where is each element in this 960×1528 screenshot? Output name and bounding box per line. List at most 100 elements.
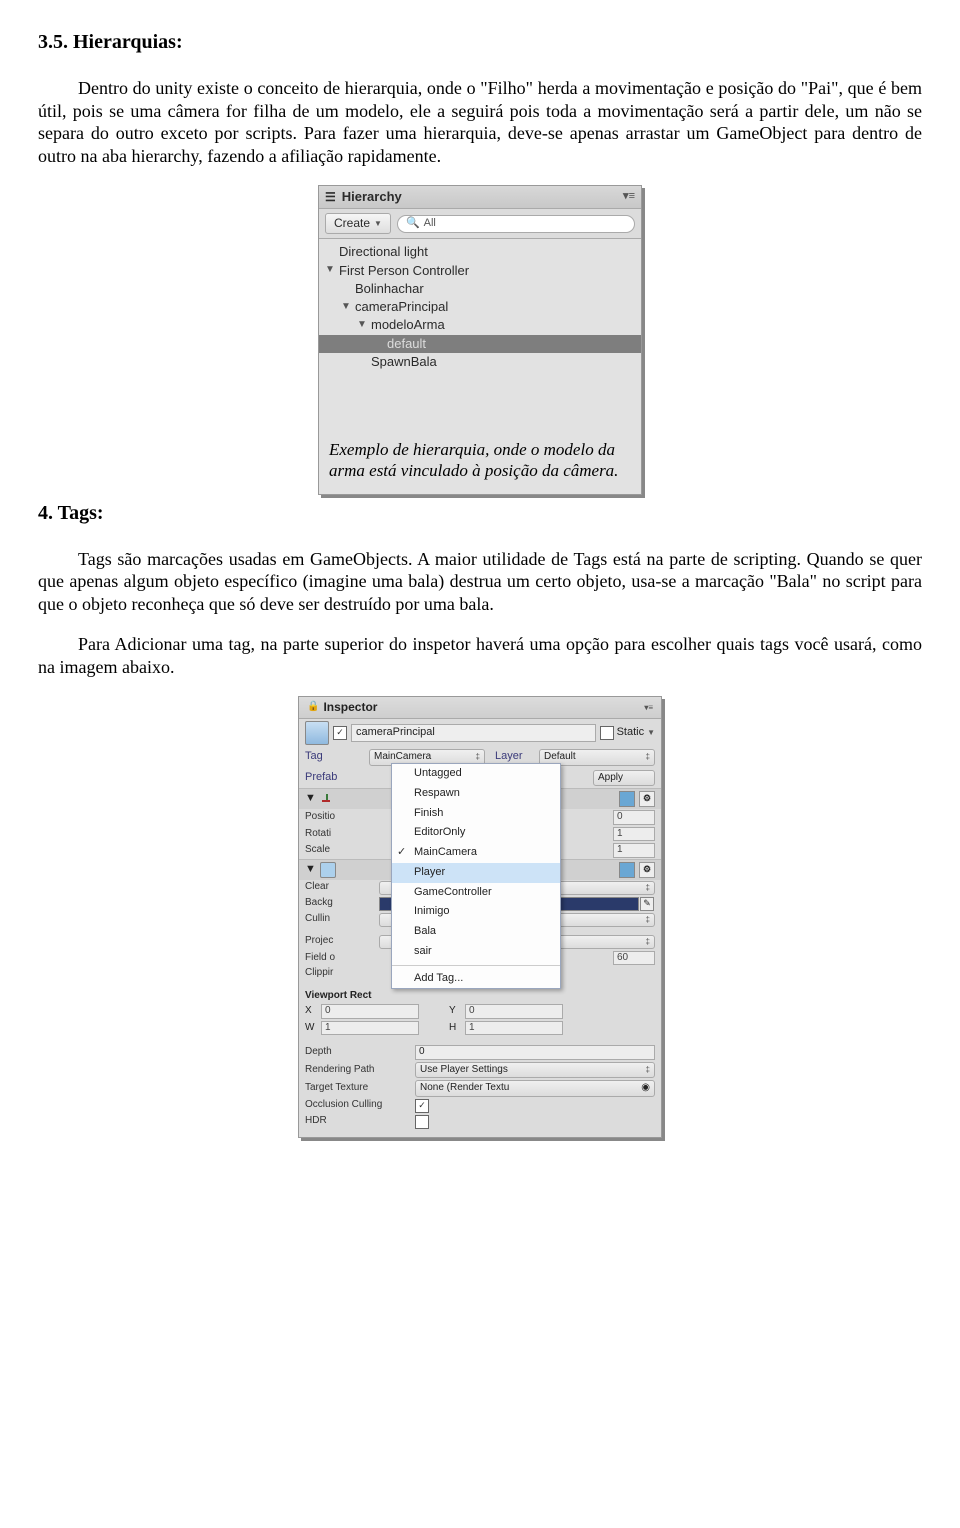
hierarchy-item[interactable]: ▼cameraPrincipal	[319, 298, 641, 316]
rotation-label: Rotati	[305, 828, 379, 841]
hierarchy-item-label: Directional light	[339, 244, 428, 260]
static-checkbox[interactable]	[600, 726, 614, 740]
circle-icon[interactable]: ◉	[641, 1082, 650, 1095]
section-35-paragraph: Dentro do unity existe o conceito de hie…	[38, 77, 922, 167]
hierarchy-item[interactable]: ▼modeloArma	[319, 316, 641, 334]
tag-label: Tag	[305, 750, 365, 764]
target-row: Target Texture None (Render Textu ◉	[299, 1079, 661, 1098]
hdr-checkbox[interactable]	[415, 1115, 429, 1129]
occlusion-label: Occlusion Culling	[305, 1099, 415, 1112]
tag-option[interactable]: sair	[392, 942, 560, 962]
gear-icon[interactable]: ⚙	[639, 791, 655, 807]
target-value: None (Render Textu	[420, 1082, 509, 1095]
inspector-figure: 🔒 Inspector ▾≡ ✓ cameraPrincipal Static …	[38, 696, 922, 1138]
culling-label: Cullin	[305, 913, 379, 926]
depth-label: Depth	[305, 1046, 415, 1059]
viewport-label: Viewport Rect	[299, 989, 661, 1004]
tag-option[interactable]: Inimigo	[392, 902, 560, 922]
prefab-label: Prefab	[305, 771, 365, 785]
hierarchy-search[interactable]: 🔍 All	[397, 215, 635, 233]
hierarchy-tab-label: Hierarchy	[342, 189, 402, 205]
viewport-wh: W 1 H 1	[299, 1020, 661, 1037]
tag-value: MainCamera	[374, 751, 431, 764]
hierarchy-item[interactable]: SpawnBala	[319, 353, 641, 371]
target-dropdown[interactable]: None (Render Textu ◉	[415, 1080, 655, 1097]
hierarchy-toolbar: Create ▼ 🔍 All	[319, 209, 641, 239]
camera-icon	[320, 862, 336, 878]
y-label: Y	[449, 1005, 463, 1018]
tag-option[interactable]: ✓MainCamera	[392, 843, 560, 863]
scale-z[interactable]: 1	[613, 843, 655, 858]
section-4-paragraph-2: Para Adicionar uma tag, na parte superio…	[38, 633, 922, 678]
add-tag-option[interactable]: Add Tag...	[392, 969, 560, 989]
hierarchy-figure: ☰ Hierarchy ▾≡ Create ▼ 🔍 All Directiona…	[38, 185, 922, 495]
tag-option[interactable]: Bala	[392, 922, 560, 942]
field-value[interactable]: 60	[613, 951, 655, 966]
section-4-paragraph-1: Tags são marcações usadas em GameObjects…	[38, 548, 922, 616]
apply-button[interactable]: Apply	[593, 770, 655, 787]
help-icon[interactable]	[619, 791, 635, 807]
chevron-icon: ‡	[646, 752, 650, 762]
rendering-label: Rendering Path	[305, 1064, 415, 1077]
hierarchy-item[interactable]: Directional light	[319, 243, 641, 261]
hierarchy-item-label: Bolinhachar	[355, 281, 424, 297]
section-35-heading: 3.5. Hierarquias:	[38, 30, 922, 55]
w-value[interactable]: 1	[321, 1021, 419, 1036]
tag-option[interactable]: Untagged	[392, 764, 560, 784]
help-icon[interactable]	[619, 862, 635, 878]
hierarchy-item[interactable]: Bolinhachar	[319, 280, 641, 298]
field-label: Field o	[305, 952, 379, 965]
chevron-icon: ‡	[476, 752, 480, 762]
tag-option[interactable]: GameController	[392, 883, 560, 903]
occlusion-checkbox[interactable]: ✓	[415, 1099, 429, 1113]
hierarchy-panel: ☰ Hierarchy ▾≡ Create ▼ 🔍 All Directiona…	[318, 185, 642, 495]
tag-dropdown-popup: UntaggedRespawnFinishEditorOnly✓MainCame…	[391, 763, 561, 989]
rot-z[interactable]: 1	[613, 827, 655, 842]
depth-row: Depth 0	[299, 1044, 661, 1061]
hdr-label: HDR	[305, 1115, 415, 1128]
chevron-down-icon: ▼	[374, 219, 382, 229]
hierarchy-icon: ☰	[325, 190, 336, 205]
pos-z[interactable]: 0	[613, 810, 655, 825]
hierarchy-item-label: modeloArma	[371, 317, 445, 333]
chevron-down-icon: ▼	[647, 728, 655, 738]
gear-icon[interactable]: ⚙	[639, 862, 655, 878]
depth-value[interactable]: 0	[415, 1045, 655, 1060]
hierarchy-item-label: SpawnBala	[371, 354, 437, 370]
position-label: Positio	[305, 811, 379, 824]
hierarchy-item-label: default	[387, 336, 426, 352]
x-value[interactable]: 0	[321, 1004, 419, 1019]
occlusion-row: Occlusion Culling ✓	[299, 1098, 661, 1114]
tag-option[interactable]: Respawn	[392, 784, 560, 804]
static-label: Static	[617, 726, 645, 740]
hierarchy-item-label: First Person Controller	[339, 263, 469, 279]
tag-option[interactable]: EditorOnly	[392, 823, 560, 843]
create-button[interactable]: Create ▼	[325, 213, 391, 234]
target-label: Target Texture	[305, 1082, 415, 1095]
hdr-row: HDR	[299, 1114, 661, 1137]
eyedropper-icon[interactable]: ✎	[640, 897, 654, 911]
inspector-header-row: ✓ cameraPrincipal Static ▼	[299, 719, 661, 747]
active-checkbox[interactable]: ✓	[333, 726, 347, 740]
hierarchy-tab-menu-icon[interactable]: ▾≡	[623, 190, 635, 204]
inspector-panel: 🔒 Inspector ▾≡ ✓ cameraPrincipal Static …	[298, 696, 662, 1138]
h-value[interactable]: 1	[465, 1021, 563, 1036]
hierarchy-item[interactable]: default	[319, 335, 641, 353]
inspector-menu-icon[interactable]: ▾≡	[644, 703, 653, 713]
tag-option[interactable]: Finish	[392, 804, 560, 824]
rendering-row: Rendering Path Use Player Settings‡	[299, 1061, 661, 1080]
y-value[interactable]: 0	[465, 1004, 563, 1019]
inspector-tab[interactable]: 🔒 Inspector ▾≡	[299, 697, 661, 719]
hierarchy-tab[interactable]: ☰ Hierarchy ▾≡	[319, 186, 641, 209]
object-name-field[interactable]: cameraPrincipal	[351, 724, 596, 742]
static-toggle[interactable]: Static ▼	[600, 726, 655, 740]
expand-icon: ▼	[305, 863, 316, 877]
tag-option[interactable]: Player	[392, 863, 560, 883]
hierarchy-item[interactable]: ▼First Person Controller	[319, 262, 641, 280]
rendering-dropdown[interactable]: Use Player Settings‡	[415, 1062, 655, 1079]
inspector-tab-label: Inspector	[323, 700, 377, 715]
x-label: X	[305, 1005, 319, 1018]
viewport-xy: X 0 Y 0	[299, 1003, 661, 1020]
layer-value: Default	[544, 751, 576, 764]
h-label: H	[449, 1022, 463, 1035]
